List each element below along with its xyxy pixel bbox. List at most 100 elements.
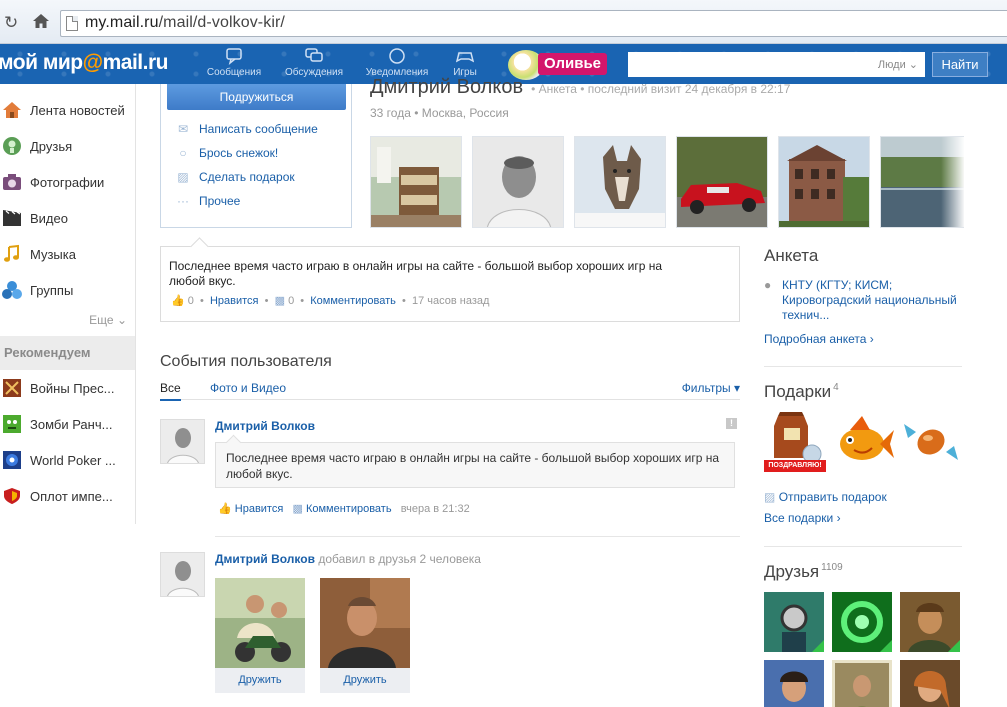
events-title: События пользователя: [160, 353, 332, 370]
dots-icon: ···: [177, 194, 189, 208]
report-icon[interactable]: !: [726, 418, 737, 429]
gift-icon: ▨: [764, 490, 776, 504]
reload-icon[interactable]: ↻: [4, 13, 18, 33]
full-profile-link[interactable]: Подробная анкета ›: [764, 332, 874, 346]
status-time: 17 часов назад: [411, 295, 490, 307]
sidebar-item-news[interactable]: Лента новостей: [0, 92, 135, 128]
gift-item[interactable]: [900, 410, 962, 474]
comment-link[interactable]: Комментировать: [306, 503, 392, 515]
photo-thumb[interactable]: [880, 136, 964, 228]
sidebar-item-label: Фотографии: [30, 175, 105, 190]
friends-count: 1109: [821, 562, 843, 574]
nav-games[interactable]: Игры: [430, 47, 500, 78]
sidebar-app-item[interactable]: Войны Прес...: [0, 370, 135, 406]
friend-avatar[interactable]: [900, 592, 960, 652]
send-gift-link[interactable]: ▨ Отправить подарок: [764, 490, 887, 504]
befriend-button[interactable]: Дружить: [215, 668, 305, 693]
like-link[interactable]: Нравится: [235, 503, 284, 515]
sidebar-item-video[interactable]: Видео: [0, 200, 135, 236]
nav-notifications[interactable]: Уведомления: [362, 47, 432, 78]
sidebar-app-item[interactable]: World Poker ...: [0, 442, 135, 478]
home-icon[interactable]: [32, 13, 50, 34]
friend-avatar[interactable]: [832, 660, 892, 707]
photo-thumb[interactable]: [676, 136, 768, 228]
shield-icon: [4, 488, 20, 504]
tab-all[interactable]: Все: [160, 381, 181, 401]
nav-discussions-label: Обсуждения: [284, 67, 344, 78]
discussion-icon: [305, 48, 323, 62]
page-icon: [66, 16, 78, 31]
tab-photo-video[interactable]: Фото и Видео: [210, 381, 286, 395]
photo-thumb[interactable]: [574, 136, 666, 228]
sidebar-item-label: Зомби Ранч...: [30, 417, 113, 432]
sidebar-item-label: Группы: [30, 283, 74, 298]
sidebar-app-item[interactable]: Зомби Ранч...: [0, 406, 135, 442]
gift-item[interactable]: [832, 410, 894, 474]
search-button[interactable]: Найти: [932, 52, 988, 77]
sidebar-app-item[interactable]: Оплот импе...: [0, 478, 135, 514]
photo-thumb[interactable]: [778, 136, 870, 228]
gift-caption: ПОЗДРАВЛЯЮ!: [764, 460, 826, 472]
friend-avatar[interactable]: [764, 592, 824, 652]
chevron-right-icon: ›: [836, 511, 841, 525]
search-input[interactable]: [629, 53, 869, 76]
notification-icon: [389, 48, 405, 64]
sidebar-item-music[interactable]: Музыка: [0, 236, 135, 272]
friend-photo[interactable]: [320, 578, 410, 668]
education-link[interactable]: ● КНТУ (КГТУ; КИСМ; Кировоградский национ…: [764, 278, 968, 323]
poker-icon: [3, 451, 21, 469]
friend-card: Дружить: [320, 578, 410, 693]
friend-avatar[interactable]: [764, 660, 824, 707]
comment-icon: ▩: [274, 295, 285, 307]
film-icon: [3, 210, 21, 226]
sidebar-item-label: Лента новостей: [30, 103, 125, 118]
swords-icon: [3, 379, 21, 397]
sidebar-item-groups[interactable]: Группы: [0, 272, 135, 308]
sidebar-more[interactable]: Еще ⌄: [89, 313, 127, 327]
avatar[interactable]: [160, 552, 205, 597]
nav-discussions[interactable]: Обсуждения: [279, 47, 349, 78]
left-sidebar: Лента новостей Друзья Фотографии Видео М…: [0, 84, 136, 524]
address-bar[interactable]: my.mail.ru/mail/d-volkov-kir/: [60, 10, 1007, 37]
promo-label: Оливье: [538, 53, 608, 75]
comment-icon: ▩: [292, 503, 303, 515]
post-author: Дмитрий Волков добавил в друзья 2 челове…: [215, 552, 481, 566]
sidebar-item-photos[interactable]: Фотографии: [0, 164, 135, 200]
gifts-title: Подарки 4: [764, 382, 839, 401]
url-text: my.mail.ru/mail/d-volkov-kir/: [85, 14, 285, 31]
action-write-message[interactable]: ✉ Написать сообщение: [175, 122, 318, 136]
all-gifts-link[interactable]: Все подарки ›: [764, 511, 841, 525]
befriend-button[interactable]: Дружить: [320, 668, 410, 693]
nav-messages[interactable]: Сообщения: [199, 47, 269, 78]
action-snowball[interactable]: ○ Брось снежок!: [175, 146, 278, 160]
avatar[interactable]: [160, 419, 205, 464]
friend-avatar[interactable]: [900, 660, 960, 707]
friend-photo[interactable]: [215, 578, 305, 668]
nav-messages-label: Сообщения: [206, 67, 262, 78]
friend-avatar[interactable]: [832, 592, 892, 652]
gift-item[interactable]: ПОЗДРАВЛЯЮ!: [764, 410, 826, 474]
action-gift[interactable]: ▨ Сделать подарок: [175, 170, 294, 184]
snowball-icon: ○: [179, 146, 187, 160]
house-icon: [3, 102, 21, 118]
filters-dropdown[interactable]: Фильтры ▾: [682, 381, 740, 395]
like-link[interactable]: Нравится: [210, 295, 259, 307]
recommend-header: Рекомендуем: [0, 336, 135, 370]
like-icon: 👍: [218, 503, 232, 515]
comment-count: 0: [288, 295, 295, 307]
post-author[interactable]: Дмитрий Волков: [215, 419, 315, 433]
action-more[interactable]: ··· Прочее: [175, 194, 240, 208]
post-meta: 👍 Нравится ▩ Комментировать вчера в 21:3…: [218, 502, 470, 515]
site-logo[interactable]: мой мир@mail.ru: [0, 51, 168, 75]
like-count: 0: [187, 295, 194, 307]
status-box: Последнее время часто играю в онлайн игр…: [160, 246, 740, 322]
sidebar-item-friends[interactable]: Друзья: [0, 128, 135, 164]
post-author-link[interactable]: Дмитрий Волков: [215, 552, 315, 566]
photo-thumb[interactable]: [472, 136, 564, 228]
comment-link[interactable]: Комментировать: [310, 295, 396, 307]
photo-thumb[interactable]: [370, 136, 462, 228]
add-friend-button[interactable]: Подружиться: [167, 84, 346, 110]
search-scope-select[interactable]: Люди ⌄: [878, 58, 918, 71]
gifts-count: 4: [833, 382, 839, 394]
events-tabs: Все Фото и Видео Фильтры ▾: [160, 380, 740, 401]
